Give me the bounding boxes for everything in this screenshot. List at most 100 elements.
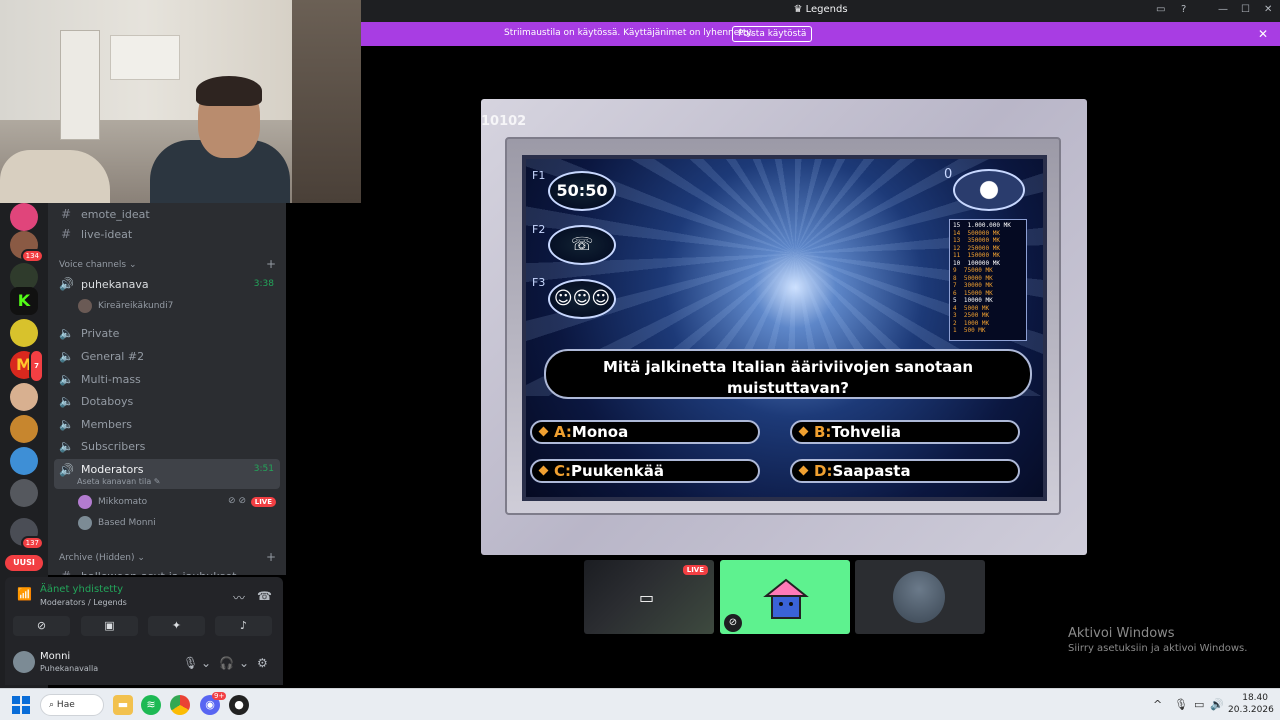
participant-tile[interactable] [855,560,985,634]
new-badge[interactable]: UUSI [5,555,43,571]
volume-icon[interactable]: 🔊 [1210,698,1224,711]
member-name: Based Monni [98,518,156,528]
user-name[interactable]: Monni [40,651,70,662]
windows-start-icon[interactable] [12,696,30,714]
avatar[interactable] [13,651,35,673]
microphone-icon[interactable]: 🎙 [1174,698,1188,711]
server-icon[interactable] [10,415,38,443]
channel-status[interactable]: Aseta kanavan tila ✎ [77,477,161,486]
live-badge: LIVE [682,565,708,575]
headphones-icon[interactable]: 🎧 [219,656,234,670]
webcam-door [60,30,100,140]
file-explorer-icon[interactable]: ▬ [113,695,133,715]
webcam-cabinet [110,35,180,80]
channel-members[interactable]: 🔈 Members [54,413,280,435]
ladder-amount: 10000 MK [963,297,993,304]
answer-d: D:Saapasta [790,459,1020,483]
member-name: Kireäreikäkundi7 [98,301,174,311]
avatar [78,516,92,530]
webcam-plush [0,150,110,203]
voice-status[interactable]: Äänet yhdistetty [40,584,123,595]
channel-archive-partial[interactable]: # halloween-asut-ja-jauhukset [54,565,280,575]
category-archive[interactable]: Archive (Hidden) ⌄ [59,553,145,563]
ladder-level: 10 [953,259,961,267]
inbox-icon[interactable]: ▭ [1156,4,1165,15]
answer-letter: C: [554,462,572,480]
category-voice[interactable]: Voice channels ⌄ [59,260,137,270]
stream-video[interactable]: 10102 F1 50:50 F2 ☏ F3 ☺☺☺ 0 15 1.000.00… [481,99,1087,555]
diamond-icon [538,465,549,476]
server-icon[interactable] [10,383,38,411]
voice-route: Moderators / Legends [40,598,127,607]
channel-emote-ideat[interactable]: # emote_ideat [54,203,280,225]
voice-member[interactable]: Kireäreikäkundi7 [78,297,173,315]
chevron-down-icon[interactable]: ⌄ [201,656,211,670]
voice-member[interactable]: Mikkomato [78,493,147,511]
taskbar-search[interactable]: ⌕ Hae [40,694,104,716]
category-label: Archive (Hidden) [59,553,135,563]
add-channel-icon[interactable]: + [266,550,276,564]
activities-button[interactable]: ✦ [148,616,205,636]
locked-speaker-icon: 🔈 [59,439,74,453]
close-icon[interactable]: ✕ [1264,4,1272,15]
window-title-text: Legends [805,4,848,15]
member-name: Mikkomato [98,497,148,507]
participant-tile[interactable]: ⊘ [720,560,850,634]
hashtag-icon: # [60,207,72,221]
chevron-up-icon[interactable]: ^ [1153,698,1162,711]
voice-member[interactable]: Based Monni [78,514,156,532]
server-icon[interactable] [10,319,38,347]
server-icon[interactable]: 134 [10,231,44,263]
help-icon[interactable]: ? [1181,4,1186,15]
ladder-amount: 1.000.000 MK [967,222,1011,229]
signal-icon[interactable]: 📶 [17,587,32,601]
notification-badge: 9+ [212,692,227,700]
ladder-row: 8 50000 MK [953,275,1023,283]
kick-server-icon[interactable]: K [10,287,38,315]
server-icon[interactable] [10,203,38,231]
answer-text: Saapasta [832,462,911,480]
add-channel-icon[interactable]: + [266,257,276,271]
gear-icon[interactable]: ⚙ [257,656,268,670]
network-icon[interactable]: ▭ [1194,698,1204,711]
server-icon[interactable] [10,447,38,475]
spotify-icon[interactable]: ≋ [141,695,161,715]
channel-puhekanava[interactable]: 🔊 puhekanava 3:38 [54,273,280,295]
screen-share-button[interactable]: ▣ [81,616,138,636]
game-screen: F1 50:50 F2 ☏ F3 ☺☺☺ 0 15 1.000.000 MK 14… [522,155,1047,501]
window-title: ♛ Legends [361,4,1280,15]
ladder-level: 6 [953,289,957,297]
channel-live-ideat[interactable]: # live-ideat [54,223,280,245]
soundboard-button[interactable]: ♪ [215,616,272,636]
channel-general-2[interactable]: 🔈 General #2 [54,345,280,367]
app-icon[interactable]: ● [229,695,249,715]
disconnect-icon[interactable]: ☎ [257,589,272,603]
activate-windows-subtitle: Siirry asetuksiin ja aktivoi Windows. [1068,643,1248,654]
channel-multi-mass[interactable]: 🔈 Multi-mass [54,368,280,390]
microphone-icon[interactable]: 🎙 [183,656,198,670]
server-icon[interactable] [10,479,38,507]
hashtag-icon: # [60,227,72,241]
server-icon[interactable]: 137 [10,518,44,550]
noise-suppression-icon[interactable]: 〰 [233,589,245,606]
channel-label: halloween-asut-ja-jauhukset [81,570,236,576]
camera-off-button[interactable]: ⊘ [13,616,70,636]
hashtag-icon: # [59,569,73,575]
minimize-icon[interactable]: — [1218,4,1228,15]
maximize-icon[interactable]: ☐ [1241,4,1250,15]
server-icon[interactable]: M7 [10,349,44,383]
channel-subscribers[interactable]: 🔈 Subscribers [54,435,280,457]
ladder-level: 1 [953,327,957,334]
channel-label: puhekanava [81,277,149,291]
clock-time[interactable]: 18.40 [1236,693,1268,703]
ladder-amount: 150000 MK [967,252,1000,259]
channel-private[interactable]: 🔈 Private [54,322,280,344]
disable-streamer-mode-button[interactable]: Poista käytöstä [732,26,813,42]
close-icon[interactable]: ✕ [1258,27,1268,41]
participant-tile-stream[interactable]: LIVE ▭ [584,560,714,634]
chrome-icon[interactable] [170,695,190,715]
channel-dotaboys[interactable]: 🔈 Dotaboys [54,390,280,412]
ladder-level: 9 [953,267,957,274]
chevron-down-icon[interactable]: ⌄ [239,656,249,670]
clock-date[interactable]: 20.3.2026 [1228,705,1274,715]
